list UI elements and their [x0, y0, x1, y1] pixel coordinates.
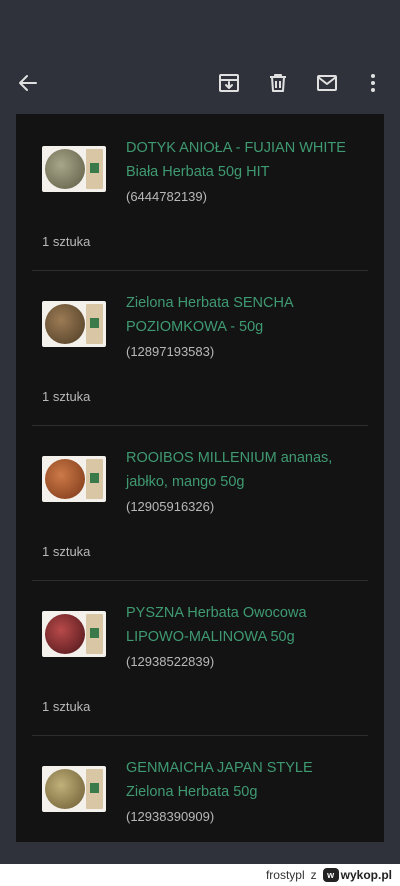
wykop-brand-text: wykop.pl — [340, 868, 392, 882]
list-item[interactable]: PYSZNA Herbata Owocowa LIPOWO-MALINOWA 5… — [32, 581, 368, 736]
quantity-label: 1 sztuka — [42, 544, 91, 559]
tea-leaves-image — [45, 459, 85, 499]
product-title[interactable]: GENMAICHA JAPAN STYLE Zielona Herbata 50… — [126, 756, 366, 804]
author-name: frostypl — [265, 868, 305, 882]
product-code: (12938390909) — [126, 809, 215, 824]
tea-package-image — [86, 149, 103, 189]
watermark-footer: frostypl z w wykop.pl — [0, 864, 400, 886]
quantity-label: 1 sztuka — [42, 699, 91, 714]
order-items-list: DOTYK ANIOŁA - FUJIAN WHITE Biała Herbat… — [16, 114, 384, 842]
product-code: (12938522839) — [126, 654, 215, 669]
product-thumbnail — [42, 456, 106, 502]
mail-icon — [317, 75, 337, 91]
product-thumbnail — [42, 146, 106, 192]
tea-leaves-image — [45, 769, 85, 809]
product-title[interactable]: Zielona Herbata SENCHA POZIOMKOWA - 50g — [126, 291, 366, 339]
mark-unread-button[interactable] — [309, 65, 345, 101]
status-bar — [0, 0, 400, 52]
back-arrow-icon — [19, 75, 37, 91]
product-title[interactable]: PYSZNA Herbata Owocowa LIPOWO-MALINOWA 5… — [126, 601, 366, 649]
list-item[interactable]: DOTYK ANIOŁA - FUJIAN WHITE Biała Herbat… — [32, 116, 368, 271]
tea-package-image — [86, 459, 103, 499]
list-item[interactable]: GENMAICHA JAPAN STYLE Zielona Herbata 50… — [32, 736, 368, 842]
back-button[interactable] — [10, 65, 46, 101]
more-options-button[interactable] — [355, 65, 391, 101]
quantity-label: 1 sztuka — [42, 234, 91, 249]
wykop-logo-icon: w — [322, 868, 339, 882]
tea-leaves-image — [45, 614, 85, 654]
trash-icon — [270, 74, 286, 92]
tea-package-image — [86, 614, 103, 654]
product-code: (6444782139) — [126, 189, 207, 204]
tea-package-image — [86, 769, 103, 809]
list-item[interactable]: ROOIBOS MILLENIUM ananas, jabłko, mango … — [32, 426, 368, 581]
archive-icon — [219, 74, 239, 92]
archive-button[interactable] — [211, 65, 247, 101]
product-thumbnail — [42, 766, 106, 812]
product-title[interactable]: DOTYK ANIOŁA - FUJIAN WHITE Biała Herbat… — [126, 136, 366, 184]
navigation-bar — [0, 842, 400, 864]
wykop-logo: w wykop.pl — [322, 868, 392, 882]
app-bar — [0, 52, 400, 114]
tea-leaves-image — [45, 149, 85, 189]
tea-leaves-image — [45, 304, 85, 344]
more-vert-icon — [371, 74, 375, 92]
delete-button[interactable] — [260, 65, 296, 101]
product-thumbnail — [42, 611, 106, 657]
product-title[interactable]: ROOIBOS MILLENIUM ananas, jabłko, mango … — [126, 446, 366, 494]
product-thumbnail — [42, 301, 106, 347]
product-code: (12897193583) — [126, 344, 215, 359]
tea-package-image — [86, 304, 103, 344]
author-separator: z — [310, 868, 317, 882]
product-code: (12905916326) — [126, 499, 215, 514]
quantity-label: 1 sztuka — [42, 389, 91, 404]
list-item[interactable]: Zielona Herbata SENCHA POZIOMKOWA - 50g … — [32, 271, 368, 426]
